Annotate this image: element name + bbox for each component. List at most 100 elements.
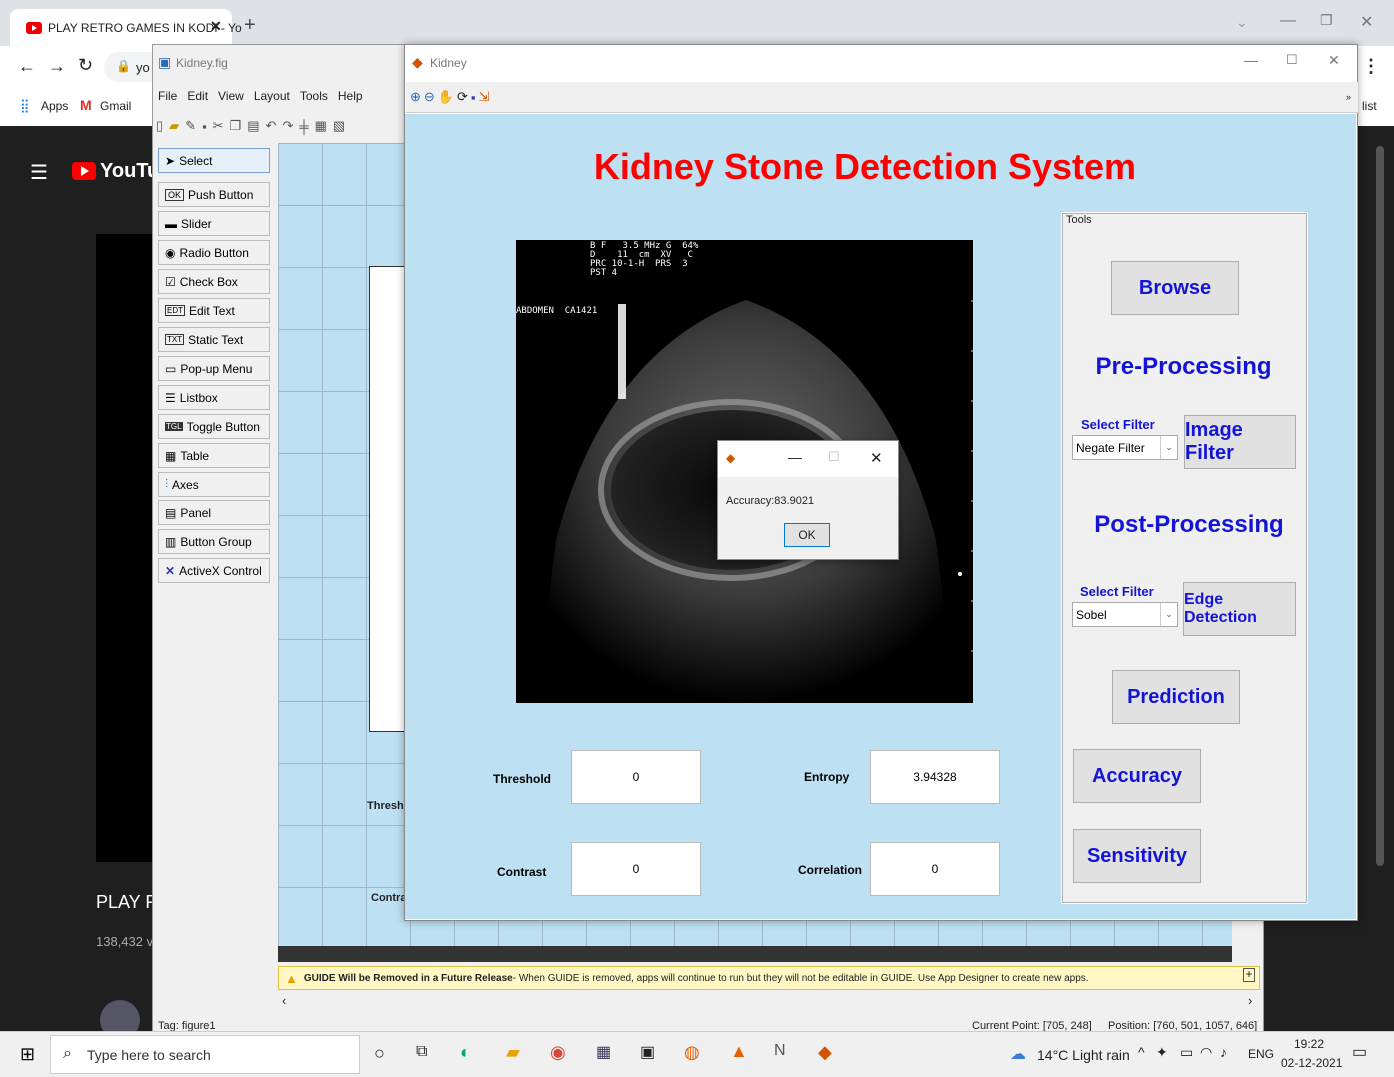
- save-icon[interactable]: ▪: [202, 119, 207, 134]
- correlation-field[interactable]: 0: [870, 842, 1000, 896]
- wifi-icon[interactable]: ◠: [1200, 1044, 1212, 1061]
- palette-edit-text[interactable]: EDT Edit Text: [158, 298, 270, 323]
- pan-icon[interactable]: ✋: [438, 89, 454, 105]
- filter-select-2[interactable]: Sobel ⌄: [1072, 602, 1178, 627]
- menu-file[interactable]: File: [158, 89, 177, 103]
- rotate-icon[interactable]: ⟳: [457, 89, 468, 105]
- back-icon[interactable]: ←: [18, 56, 36, 77]
- palette-popup-menu[interactable]: ▭ Pop-up Menu: [158, 356, 270, 381]
- chrome-menu-icon[interactable]: ⋮: [1362, 56, 1380, 77]
- contrast-field[interactable]: 0: [571, 842, 701, 896]
- menu-help[interactable]: Help: [338, 89, 363, 103]
- browser-tab[interactable]: PLAY RETRO GAMES IN KODI - Yo ✕: [10, 9, 242, 46]
- align-icon[interactable]: ╪: [299, 119, 308, 134]
- palette-static-text[interactable]: TXT Static Text: [158, 327, 270, 352]
- palette-table[interactable]: ▦ Table: [158, 443, 270, 468]
- palette-axes[interactable]: ⫶ Axes: [158, 472, 270, 497]
- scroll-right-icon[interactable]: ›: [1248, 993, 1252, 1008]
- palette-button-group[interactable]: ▥ Button Group: [158, 529, 270, 554]
- cut-icon[interactable]: ✂: [213, 118, 224, 134]
- sql-icon[interactable]: ▦: [596, 1042, 611, 1062]
- threshold-field[interactable]: 0: [571, 750, 701, 804]
- new-icon[interactable]: ▯: [156, 118, 163, 134]
- palette-push-button[interactable]: OK Push Button: [158, 182, 270, 207]
- tab-order-icon[interactable]: ▧: [333, 118, 345, 134]
- prediction-button[interactable]: Prediction: [1112, 670, 1240, 724]
- minimize-icon[interactable]: —: [1280, 12, 1296, 30]
- bookmark-gmail[interactable]: Gmail: [100, 99, 131, 113]
- zoom-out-icon[interactable]: ⊖: [424, 89, 435, 105]
- sensitivity-button[interactable]: Sensitivity: [1073, 829, 1201, 883]
- dialog-close-icon[interactable]: ✕: [870, 449, 883, 467]
- cortana-icon[interactable]: ○: [374, 1043, 385, 1064]
- edge-icon[interactable]: ◐: [460, 1042, 471, 1063]
- edit-icon[interactable]: ✎: [185, 118, 196, 134]
- open-icon[interactable]: ▰: [169, 118, 179, 134]
- accuracy-button[interactable]: Accuracy: [1073, 749, 1201, 803]
- chrome-icon[interactable]: ◉: [550, 1042, 566, 1063]
- image-filter-button[interactable]: Image Filter: [1184, 415, 1296, 469]
- expand-icon[interactable]: +: [1243, 968, 1255, 982]
- windows-start-icon[interactable]: ⊞: [20, 1044, 35, 1065]
- menu-editor-icon[interactable]: ▦: [315, 118, 327, 134]
- battery-icon[interactable]: ▭: [1180, 1044, 1193, 1061]
- palette-select[interactable]: ➤ Select: [158, 148, 270, 173]
- redo-icon[interactable]: ↷: [282, 118, 293, 134]
- filter-select-1[interactable]: Negate Filter ⌄: [1072, 435, 1178, 460]
- firefox-icon[interactable]: ◍: [684, 1042, 700, 1063]
- tab-close-icon[interactable]: ✕: [210, 18, 222, 35]
- kidney-close-icon[interactable]: ✕: [1328, 52, 1340, 69]
- new-tab-button[interactable]: +: [244, 14, 256, 37]
- menu-edit[interactable]: Edit: [187, 89, 208, 103]
- tab-search-icon[interactable]: ⌄: [1236, 14, 1248, 31]
- toolbar-overflow-icon[interactable]: »: [1346, 92, 1351, 102]
- terminal-icon[interactable]: ▣: [640, 1042, 655, 1062]
- palette-slider[interactable]: ▬ Slider: [158, 211, 270, 236]
- palette-activex-control[interactable]: ✕ ActiveX Control: [158, 558, 270, 583]
- dialog-minimize-icon[interactable]: —: [788, 449, 802, 465]
- edge-detection-button[interactable]: Edge Detection: [1183, 582, 1296, 636]
- browse-button[interactable]: Browse: [1111, 261, 1239, 315]
- copy-icon[interactable]: ❐: [230, 118, 242, 134]
- restore-icon[interactable]: ❐: [1320, 12, 1333, 29]
- reload-icon[interactable]: ↻: [78, 55, 93, 76]
- palette-toggle-button[interactable]: TGL Toggle Button: [158, 414, 270, 439]
- entropy-field[interactable]: 3.94328: [870, 750, 1000, 804]
- hamburger-icon[interactable]: ☰: [30, 160, 48, 185]
- volume-icon[interactable]: ♪: [1220, 1044, 1227, 1060]
- clock-time[interactable]: 19:22: [1294, 1037, 1324, 1051]
- video-player[interactable]: [96, 234, 156, 862]
- page-scrollbar[interactable]: [1376, 146, 1384, 866]
- palette-check-box[interactable]: ☑ Check Box: [158, 269, 270, 294]
- zoom-in-icon[interactable]: ⊕: [410, 89, 421, 105]
- vlc-icon[interactable]: ▲: [730, 1041, 748, 1062]
- palette-radio-button[interactable]: ◉ Radio Button: [158, 240, 270, 265]
- palette-listbox[interactable]: ☰ Listbox: [158, 385, 270, 410]
- task-view-icon[interactable]: ⧉: [416, 1043, 427, 1061]
- notepad-icon[interactable]: N: [774, 1042, 786, 1060]
- clock-date[interactable]: 02-12-2021: [1281, 1056, 1342, 1070]
- paste-icon[interactable]: ▤: [247, 118, 259, 134]
- scroll-left-icon[interactable]: ‹: [282, 993, 286, 1008]
- language-indicator[interactable]: ENG: [1248, 1047, 1274, 1061]
- reading-list[interactable]: list: [1362, 99, 1377, 113]
- menu-view[interactable]: View: [218, 89, 244, 103]
- dialog-ok-button[interactable]: OK: [784, 523, 830, 547]
- weather-text[interactable]: 14°C Light rain: [1037, 1047, 1130, 1063]
- tray-chevron-icon[interactable]: ^: [1138, 1044, 1145, 1060]
- forward-icon[interactable]: →: [48, 56, 66, 77]
- kidney-maximize-icon[interactable]: ☐: [1286, 52, 1298, 68]
- kidney-minimize-icon[interactable]: —: [1244, 52, 1258, 68]
- undo-icon[interactable]: ↶: [266, 118, 277, 134]
- bookmark-apps[interactable]: Apps: [41, 99, 68, 113]
- taskbar-search[interactable]: ⌕ Type here to search: [50, 1035, 360, 1074]
- matlab-taskbar-icon[interactable]: ◆: [818, 1042, 832, 1063]
- palette-panel[interactable]: ▤ Panel: [158, 500, 270, 525]
- menu-tools[interactable]: Tools: [300, 89, 328, 103]
- close-icon[interactable]: ✕: [1360, 12, 1373, 32]
- dock-icon[interactable]: ⇲: [479, 89, 490, 105]
- file-explorer-icon[interactable]: ▰: [506, 1042, 520, 1063]
- save-figure-icon[interactable]: ▪: [471, 90, 476, 105]
- notification-icon[interactable]: ▭: [1352, 1042, 1367, 1062]
- menu-layout[interactable]: Layout: [254, 89, 290, 103]
